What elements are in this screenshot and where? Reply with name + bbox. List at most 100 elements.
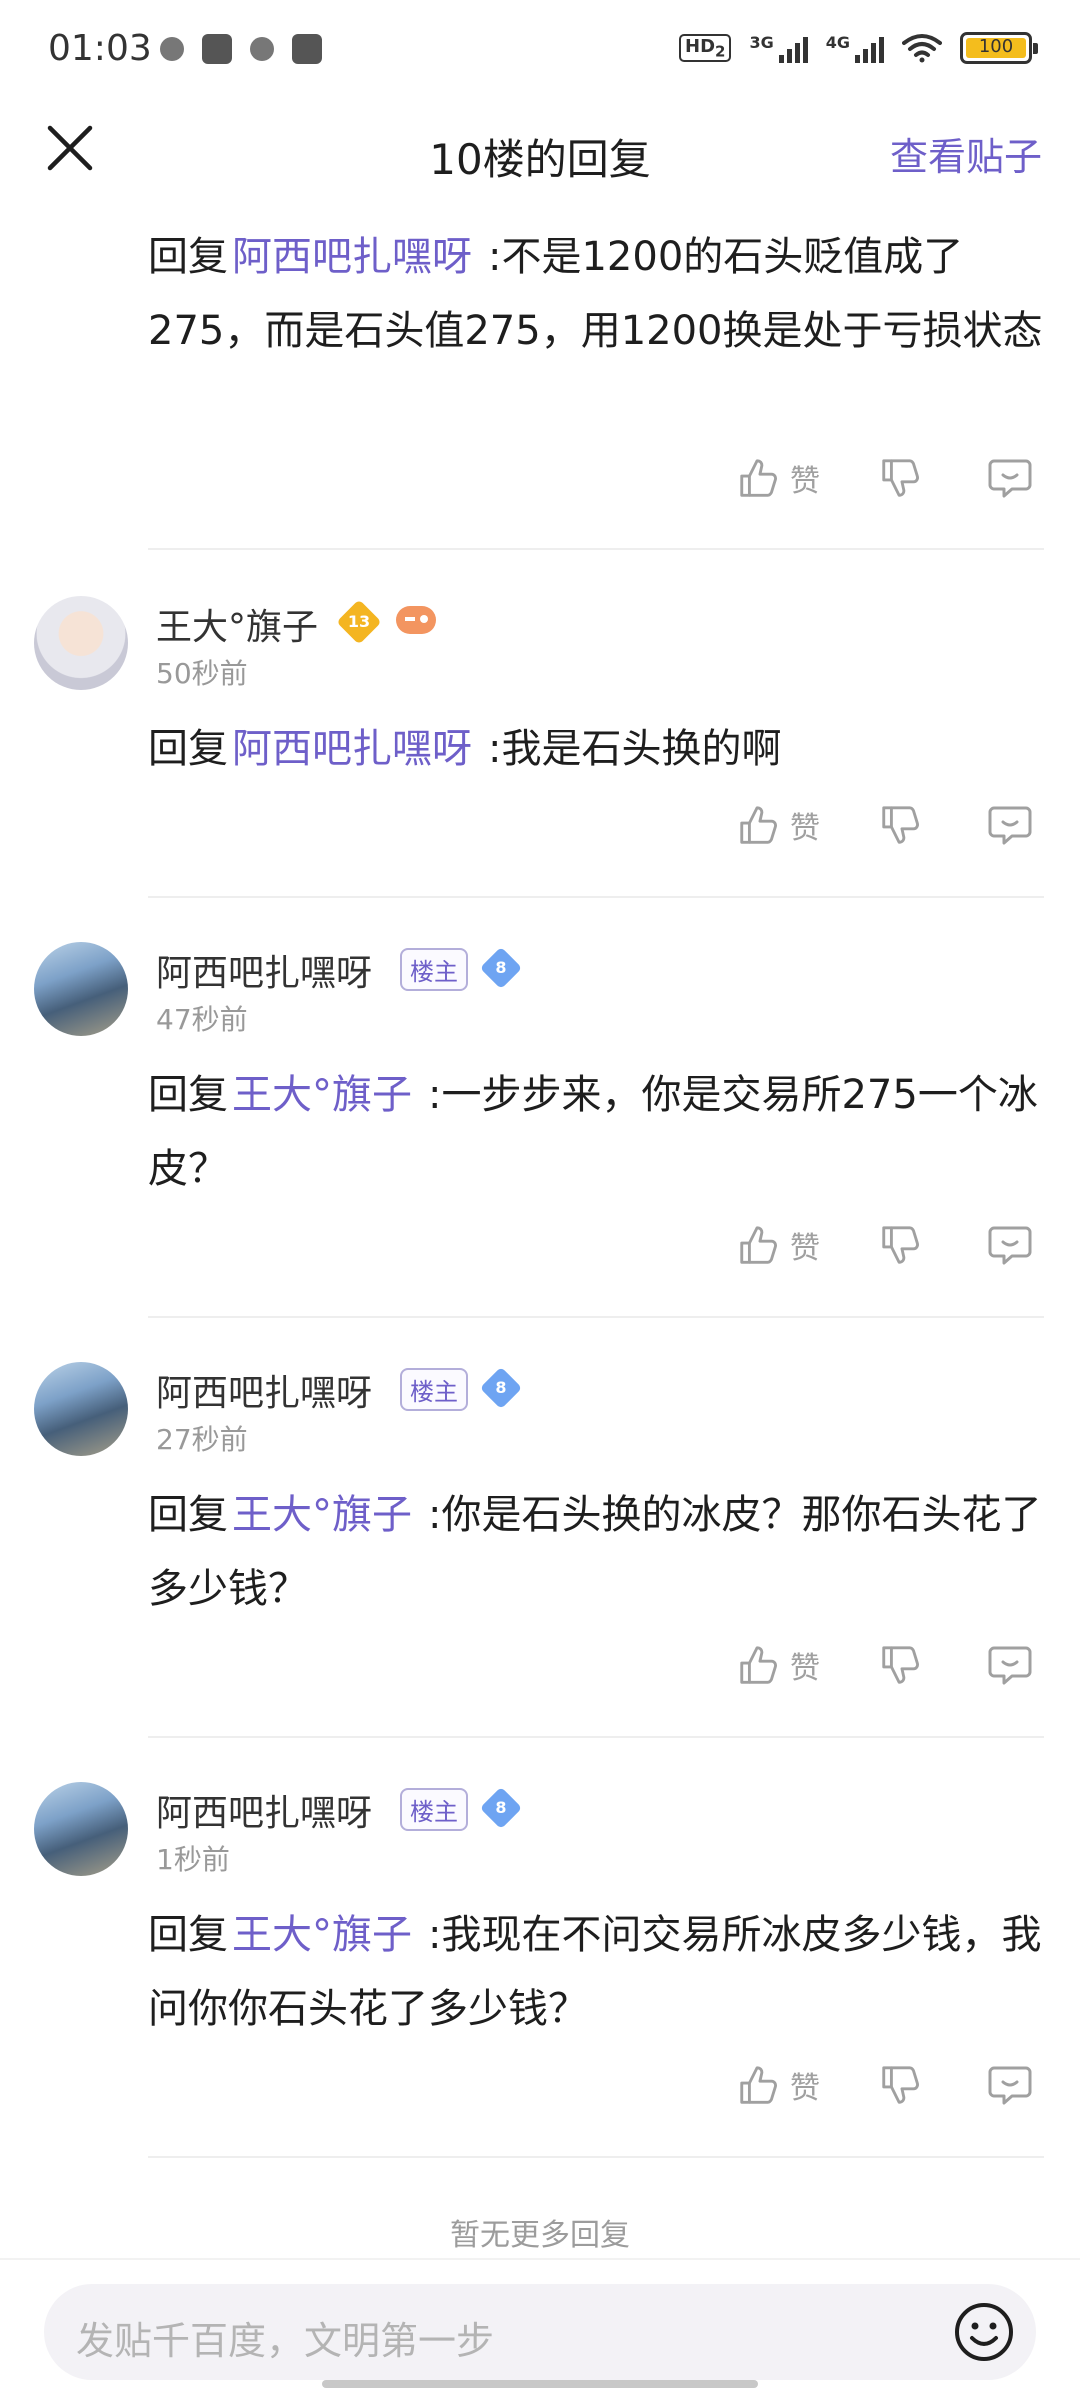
like-label: 赞 — [790, 811, 820, 846]
op-badge: 楼主 — [400, 1368, 468, 1411]
signal-4g-label: 4G — [825, 33, 850, 52]
like-button[interactable]: 赞 — [736, 1642, 820, 1688]
divider — [148, 1316, 1044, 1318]
reply-bubble-icon[interactable] — [986, 1642, 1034, 1690]
hd-icon: HD2 — [679, 33, 732, 63]
timestamp: 50秒前 — [156, 657, 248, 690]
like-label: 赞 — [790, 1651, 820, 1686]
signal-4g-icon: 4G — [826, 33, 884, 63]
avatar[interactable] — [34, 1362, 128, 1456]
reply-to-user[interactable]: 阿西吧扎嘿呀 — [232, 234, 472, 280]
thumb-down-icon[interactable] — [878, 455, 924, 501]
header: 10楼的回复 查看贴子 — [0, 100, 1080, 200]
reply-bubble-icon[interactable] — [986, 802, 1034, 850]
reply-bubble-icon[interactable] — [986, 455, 1034, 503]
timestamp: 27秒前 — [156, 1423, 248, 1456]
username[interactable]: 阿西吧扎嘿呀 — [156, 1784, 372, 1836]
avatar[interactable] — [34, 942, 128, 1036]
level-number: 8 — [495, 1378, 507, 1397]
reply-to-user[interactable]: 王大°旗子 — [232, 1912, 412, 1958]
level-badge-icon: 8 — [479, 1786, 523, 1830]
comment-actions: 赞 — [0, 802, 1080, 862]
emoji-icon[interactable] — [952, 2300, 1016, 2364]
like-button[interactable]: 赞 — [736, 802, 820, 848]
reply-bubble-icon[interactable] — [986, 2062, 1034, 2110]
thumb-down-icon[interactable] — [878, 1222, 924, 1268]
battery-icon: 100 — [960, 32, 1038, 64]
reply-to-user[interactable]: 王大°旗子 — [232, 1492, 412, 1538]
reply-input[interactable]: 发贴千百度，文明第一步 — [44, 2284, 1036, 2380]
like-label: 赞 — [790, 464, 820, 499]
divider — [148, 2156, 1044, 2158]
level-number: 8 — [495, 1798, 507, 1817]
like-button[interactable]: 赞 — [736, 1222, 820, 1268]
battery-tip — [1033, 43, 1038, 54]
comment-actions: 赞 — [0, 455, 1080, 515]
app-notification-icon — [160, 37, 184, 61]
level-number: 8 — [495, 958, 507, 977]
comment-actions: 赞 — [0, 1222, 1080, 1282]
no-more-replies: 暂无更多回复 — [450, 2218, 630, 2253]
thumb-down-icon[interactable] — [878, 802, 924, 848]
battery-level: 100 — [978, 36, 1014, 57]
like-label: 赞 — [790, 2071, 820, 2106]
reply-prefix: 回复 — [148, 1492, 228, 1538]
thumb-up-icon — [736, 2062, 782, 2108]
signal-3g-icon: 3G — [749, 33, 808, 63]
reply-prefix: 回复 — [148, 234, 228, 280]
avatar[interactable] — [34, 1782, 128, 1876]
status-bar: 01:03 HD2 3G 4G 100 — [0, 0, 1080, 100]
avatar[interactable] — [34, 596, 128, 690]
comment-content: 回复 阿西吧扎嘿呀:我是石头换的啊 — [148, 712, 1048, 786]
divider — [148, 1736, 1044, 1738]
like-button[interactable]: 赞 — [736, 2062, 820, 2108]
level-badge-icon: 13 — [336, 599, 382, 645]
thumb-up-icon — [736, 455, 782, 501]
username[interactable]: 阿西吧扎嘿呀 — [156, 1364, 372, 1416]
op-badge: 楼主 — [400, 1788, 468, 1831]
comment-content: 回复 王大°旗子:我现在不问交易所冰皮多少钱，我问你你石头花了多少钱？ — [148, 1898, 1048, 2046]
like-label: 赞 — [790, 1231, 820, 1266]
level-badge-icon: 8 — [479, 1366, 523, 1410]
broadcast-icon — [250, 37, 274, 61]
timestamp: 1秒前 — [156, 1843, 230, 1876]
op-badge: 楼主 — [400, 948, 468, 991]
input-placeholder: 发贴千百度，文明第一步 — [76, 2319, 495, 2363]
gallery-notification-icon — [202, 34, 232, 64]
divider — [148, 896, 1044, 898]
comment-text: :我是石头换的啊 — [488, 726, 782, 772]
hd-sub: 2 — [715, 42, 726, 61]
thumb-down-icon[interactable] — [878, 1642, 924, 1688]
reply-prefix: 回复 — [148, 1912, 228, 1958]
comment-actions: 赞 — [0, 2062, 1080, 2122]
thumb-up-icon — [736, 802, 782, 848]
level-badge-icon: 8 — [479, 946, 523, 990]
signal-3g-label: 3G — [749, 33, 774, 52]
wifi-icon — [902, 34, 942, 63]
like-button[interactable]: 赞 — [736, 455, 820, 501]
notification-icons — [160, 34, 322, 64]
level-number: 13 — [347, 612, 371, 631]
divider — [148, 548, 1044, 550]
book-icon — [292, 34, 322, 64]
comment-content: 回复 王大°旗子:一步步来，你是交易所275一个冰皮？ — [148, 1058, 1048, 1206]
gamepad-icon — [396, 606, 436, 634]
timestamp: 47秒前 — [156, 1003, 248, 1036]
username[interactable]: 王大°旗子 — [156, 598, 318, 650]
home-indicator[interactable] — [322, 2380, 758, 2388]
reply-to-user[interactable]: 阿西吧扎嘿呀 — [232, 726, 472, 772]
hd-label: HD — [685, 35, 716, 57]
username[interactable]: 阿西吧扎嘿呀 — [156, 944, 372, 996]
bottom-input-bar: 发贴千百度，文明第一步 — [0, 2258, 1080, 2400]
view-post-link[interactable]: 查看贴子 — [890, 126, 1042, 181]
thumb-down-icon[interactable] — [878, 2062, 924, 2108]
comment-actions: 赞 — [0, 1642, 1080, 1702]
reply-to-user[interactable]: 王大°旗子 — [232, 1072, 412, 1118]
reply-prefix: 回复 — [148, 1072, 228, 1118]
status-right: HD2 3G 4G 100 — [679, 32, 1038, 64]
status-time: 01:03 — [48, 28, 152, 69]
comment-content: 回复 阿西吧扎嘿呀:不是1200的石头贬值成了275，而是石头值275，用1200… — [148, 220, 1048, 368]
comment-content: 回复 王大°旗子:你是石头换的冰皮？那你石头花了多少钱？ — [148, 1478, 1048, 1626]
thumb-up-icon — [736, 1642, 782, 1688]
reply-bubble-icon[interactable] — [986, 1222, 1034, 1270]
